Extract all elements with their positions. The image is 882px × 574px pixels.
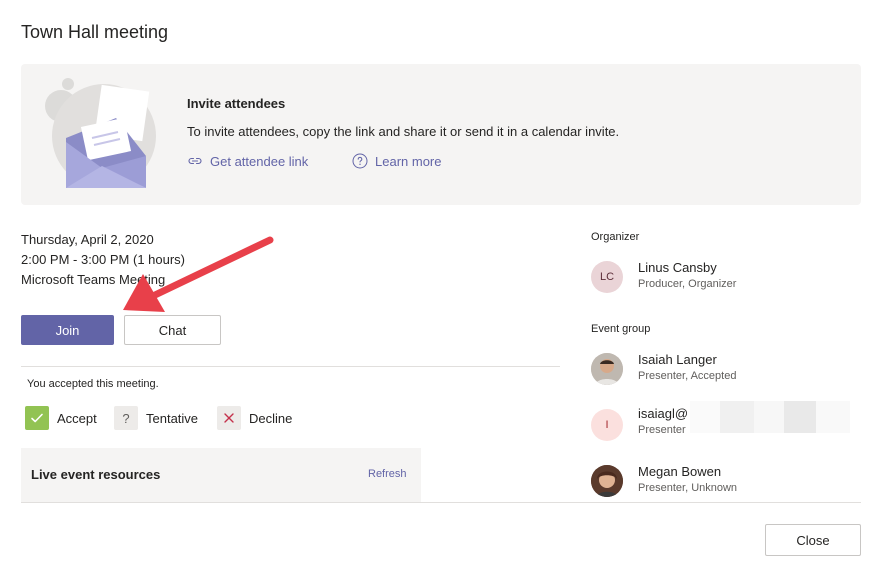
member-info: Megan Bowen Presenter, Unknown xyxy=(638,464,737,494)
member-info: isaiagl@ Presenter xyxy=(638,406,688,436)
decline-label: Decline xyxy=(249,410,293,426)
invite-title: Invite attendees xyxy=(187,96,286,111)
question-circle-icon xyxy=(352,153,368,169)
organizer-avatar: LC xyxy=(591,261,623,293)
accept-label: Accept xyxy=(57,410,97,426)
invite-description: To invite attendees, copy the link and s… xyxy=(187,124,620,139)
refresh-link[interactable]: Refresh xyxy=(368,468,407,480)
question-icon: ? xyxy=(114,406,138,430)
organizer-label: Organizer xyxy=(591,231,640,243)
accept-button[interactable]: Accept xyxy=(25,406,97,430)
learn-more-label: Learn more xyxy=(375,153,442,169)
member-role: Presenter xyxy=(638,424,686,436)
link-icon xyxy=(188,157,202,165)
member-photo-isaiah xyxy=(591,353,623,385)
avatar xyxy=(591,353,623,385)
check-icon xyxy=(25,406,49,430)
join-button[interactable]: Join xyxy=(21,315,114,345)
member-name: Isaiah Langer xyxy=(638,352,717,367)
member-info: Isaiah Langer Presenter, Accepted xyxy=(638,352,736,382)
tentative-label: Tentative xyxy=(146,410,199,426)
learn-more-link[interactable]: Learn more xyxy=(352,153,441,169)
organizer-role: Producer, Organizer xyxy=(638,278,737,290)
organizer-name: Linus Cansby xyxy=(638,260,717,275)
member-name: Megan Bowen xyxy=(638,464,722,479)
annotation-arrow xyxy=(115,230,285,320)
event-group-label: Event group xyxy=(591,323,651,335)
rsvp-status: You accepted this meeting. xyxy=(27,378,159,390)
invite-illustration xyxy=(40,76,165,191)
x-icon xyxy=(217,406,241,430)
avatar xyxy=(591,465,623,497)
dialog-title: Town Hall meeting xyxy=(21,22,169,42)
member-initials: I xyxy=(591,409,623,441)
divider xyxy=(21,366,560,367)
chat-button[interactable]: Chat xyxy=(124,315,221,345)
member-photo-megan xyxy=(591,465,623,497)
close-button[interactable]: Close xyxy=(765,524,861,556)
member-role: Presenter, Unknown xyxy=(638,482,738,494)
redacted-email-blur xyxy=(690,401,850,433)
decline-button[interactable]: Decline xyxy=(217,406,292,430)
tentative-button[interactable]: ? Tentative xyxy=(114,406,198,430)
footer-divider xyxy=(21,502,861,503)
member-role: Presenter, Accepted xyxy=(638,370,737,382)
get-attendee-link-label: Get attendee link xyxy=(210,153,309,169)
member-name: isaiagl@ xyxy=(638,406,689,421)
avatar: I xyxy=(591,409,623,441)
organizer-info: Linus Cansby Producer, Organizer xyxy=(638,260,736,290)
get-attendee-link[interactable]: Get attendee link xyxy=(187,153,308,169)
live-event-resources-title: Live event resources xyxy=(31,467,161,482)
organizer-initials: LC xyxy=(591,261,623,293)
